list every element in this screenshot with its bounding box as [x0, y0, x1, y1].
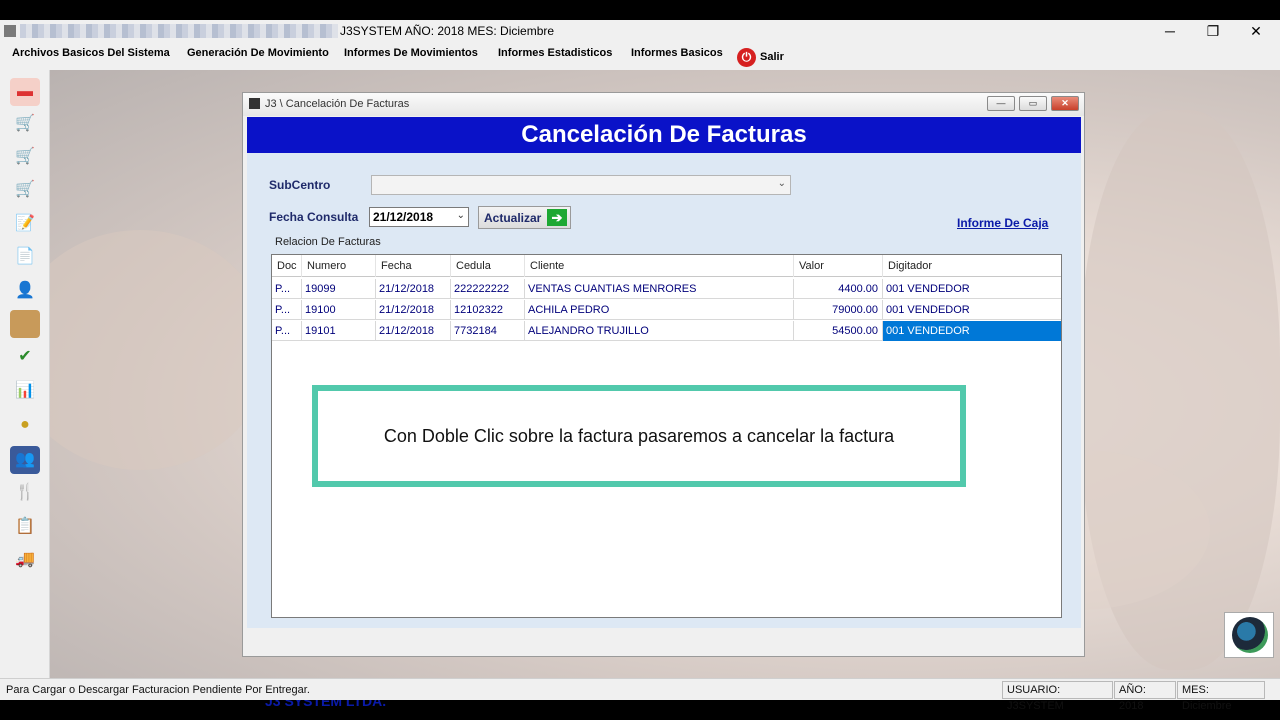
cell-cedula: 7732184: [451, 321, 525, 341]
restore-button[interactable]: ❐: [1191, 20, 1235, 42]
report-icon[interactable]: 📋: [10, 513, 40, 541]
arrow-right-icon: ➔: [547, 209, 567, 226]
screen: J3SYSTEM AÑO: 2018 MES: Diciembre ─ ❐ ✕ …: [0, 0, 1280, 720]
redacted-title-prefix: [20, 24, 338, 38]
cart-icon[interactable]: 🛒: [10, 110, 40, 138]
cell-numero: 19100: [302, 300, 376, 320]
status-mes: MES: Diciembre: [1177, 681, 1265, 712]
card-icon[interactable]: ▬: [10, 78, 40, 106]
box-icon[interactable]: [10, 310, 40, 338]
status-message: Para Cargar o Descargar Facturacion Pend…: [6, 684, 310, 696]
cell-cliente: VENTAS CUANTIAS MENRORES: [525, 279, 794, 299]
group-icon[interactable]: 👥: [10, 446, 40, 474]
window-titlebar: J3 \ Cancelación De Facturas — ▭ ✕: [243, 93, 1084, 116]
checklist-icon[interactable]: ✔: [10, 343, 40, 371]
cell-numero: 19099: [302, 279, 376, 299]
status-anio: AÑO: 2018: [1114, 681, 1176, 712]
chevron-down-icon: ⌄: [777, 178, 786, 189]
menubar: Archivos Basicos Del Sistema Generación …: [0, 42, 1280, 70]
instruction-callout: Con Doble Clic sobre la factura pasaremo…: [312, 385, 966, 487]
document-edit-icon[interactable]: 📝: [10, 210, 40, 238]
cell-numero: 19101: [302, 321, 376, 341]
cell-digitador: 001 VENDEDOR: [886, 283, 970, 295]
cell-cedula: 222222222: [451, 279, 525, 299]
app-icon: [4, 25, 16, 37]
menu-archivos-basicos[interactable]: Archivos Basicos Del Sistema: [12, 47, 170, 59]
menu-informes-movimientos[interactable]: Informes De Movimientos: [344, 47, 478, 59]
table-row[interactable]: P... 19099 21/12/2018 222222222 VENTAS C…: [272, 279, 1061, 299]
logo-mark: [1232, 617, 1268, 653]
coins-icon[interactable]: ●: [10, 411, 40, 439]
cell-valor: 4400.00: [794, 279, 883, 299]
cancelacion-facturas-window: J3 \ Cancelación De Facturas — ▭ ✕ Cance…: [242, 92, 1085, 709]
user-icon[interactable]: 👤: [10, 277, 40, 305]
app-titlebar: J3SYSTEM AÑO: 2018 MES: Diciembre ─ ❐ ✕: [0, 20, 1280, 42]
cell-doc: P...: [272, 279, 302, 299]
table-header: Doc Numero Fecha Cedula Cliente Valor Di…: [272, 255, 1061, 277]
chevron-down-icon[interactable]: ⌄: [457, 210, 465, 221]
facturas-table[interactable]: Doc Numero Fecha Cedula Cliente Valor Di…: [271, 254, 1062, 618]
table-row[interactable]: P... 19100 21/12/2018 12102322 ACHILA PE…: [272, 300, 1061, 320]
fecha-consulta-label: Fecha Consulta: [269, 210, 359, 224]
close-button[interactable]: ✕: [1234, 20, 1278, 42]
cell-digitador-selected: 001 VENDEDOR: [883, 321, 1061, 341]
document-icon[interactable]: 📄: [10, 243, 40, 271]
relacion-facturas-label: Relacion De Facturas: [275, 236, 381, 248]
cart-remove-icon[interactable]: 🛒: [10, 176, 40, 204]
cart-add-icon[interactable]: 🛒: [10, 143, 40, 171]
column-header-valor[interactable]: Valor: [794, 255, 883, 277]
delivery-icon[interactable]: 🚚: [10, 546, 40, 574]
minimize-button[interactable]: ─: [1148, 20, 1192, 42]
table-row[interactable]: P... 19101 21/12/2018 7732184 ALEJANDRO …: [272, 321, 1061, 341]
sidebar-toolbar: ▬ 🛒 🛒 🛒 📝 📄 👤 ✔ 📊 ● 👥 🍴 📋 🚚: [0, 70, 50, 678]
cell-doc: P...: [272, 300, 302, 320]
logo-icon[interactable]: [1224, 612, 1274, 658]
power-icon[interactable]: ⏻: [737, 48, 756, 67]
window-icon: [249, 98, 260, 109]
fecha-consulta-value: 21/12/2018: [373, 210, 434, 224]
chart-icon[interactable]: 📊: [10, 377, 40, 405]
window-maximize-button[interactable]: ▭: [1019, 96, 1047, 111]
column-header-cedula[interactable]: Cedula: [451, 255, 525, 277]
window-close-button[interactable]: ✕: [1051, 96, 1079, 111]
cell-cedula: 12102322: [451, 300, 525, 320]
subcentro-select[interactable]: ⌄: [371, 175, 791, 195]
column-header-digitador[interactable]: Digitador: [883, 255, 1061, 277]
cell-doc: P...: [272, 321, 302, 341]
column-header-cliente[interactable]: Cliente: [525, 255, 794, 277]
cell-cliente: ACHILA PEDRO: [525, 300, 794, 320]
cell-cliente: ALEJANDRO TRUJILLO: [525, 321, 794, 341]
column-header-doc[interactable]: Doc: [272, 255, 302, 277]
column-header-numero[interactable]: Numero: [302, 255, 376, 277]
fecha-consulta-input[interactable]: 21/12/2018 ⌄: [369, 207, 469, 227]
menu-informes-basicos[interactable]: Informes Basicos: [631, 47, 723, 59]
informe-de-caja-link[interactable]: Informe De Caja: [957, 216, 1048, 230]
status-usuario: USUARIO: J3SYSTEM: [1002, 681, 1113, 712]
menu-informes-estadisticos[interactable]: Informes Estadisticos: [498, 47, 612, 59]
cell-fecha: 21/12/2018: [376, 300, 451, 320]
app-title: J3SYSTEM AÑO: 2018 MES: Diciembre: [340, 24, 555, 38]
tools-icon[interactable]: 🍴: [10, 479, 40, 507]
column-header-fecha[interactable]: Fecha: [376, 255, 451, 277]
menu-generacion-movimiento[interactable]: Generación De Movimiento: [187, 47, 329, 59]
cell-fecha: 21/12/2018: [376, 279, 451, 299]
window-minimize-button[interactable]: —: [987, 96, 1015, 111]
form-panel: SubCentro ⌄ Fecha Consulta 21/12/2018 ⌄ …: [247, 153, 1081, 709]
cell-digitador: 001 VENDEDOR: [886, 304, 970, 316]
page-title: Cancelación De Facturas: [247, 117, 1081, 153]
statusbar: Para Cargar o Descargar Facturacion Pend…: [0, 678, 1280, 712]
window-title: J3 \ Cancelación De Facturas: [265, 98, 410, 110]
cell-fecha: 21/12/2018: [376, 321, 451, 341]
cell-valor: 79000.00: [794, 300, 883, 320]
subcentro-label: SubCentro: [269, 178, 331, 192]
cell-valor: 54500.00: [794, 321, 883, 341]
menu-salir[interactable]: Salir: [760, 51, 784, 63]
actualizar-button[interactable]: Actualizar ➔: [478, 206, 571, 229]
actualizar-label: Actualizar: [484, 211, 542, 225]
